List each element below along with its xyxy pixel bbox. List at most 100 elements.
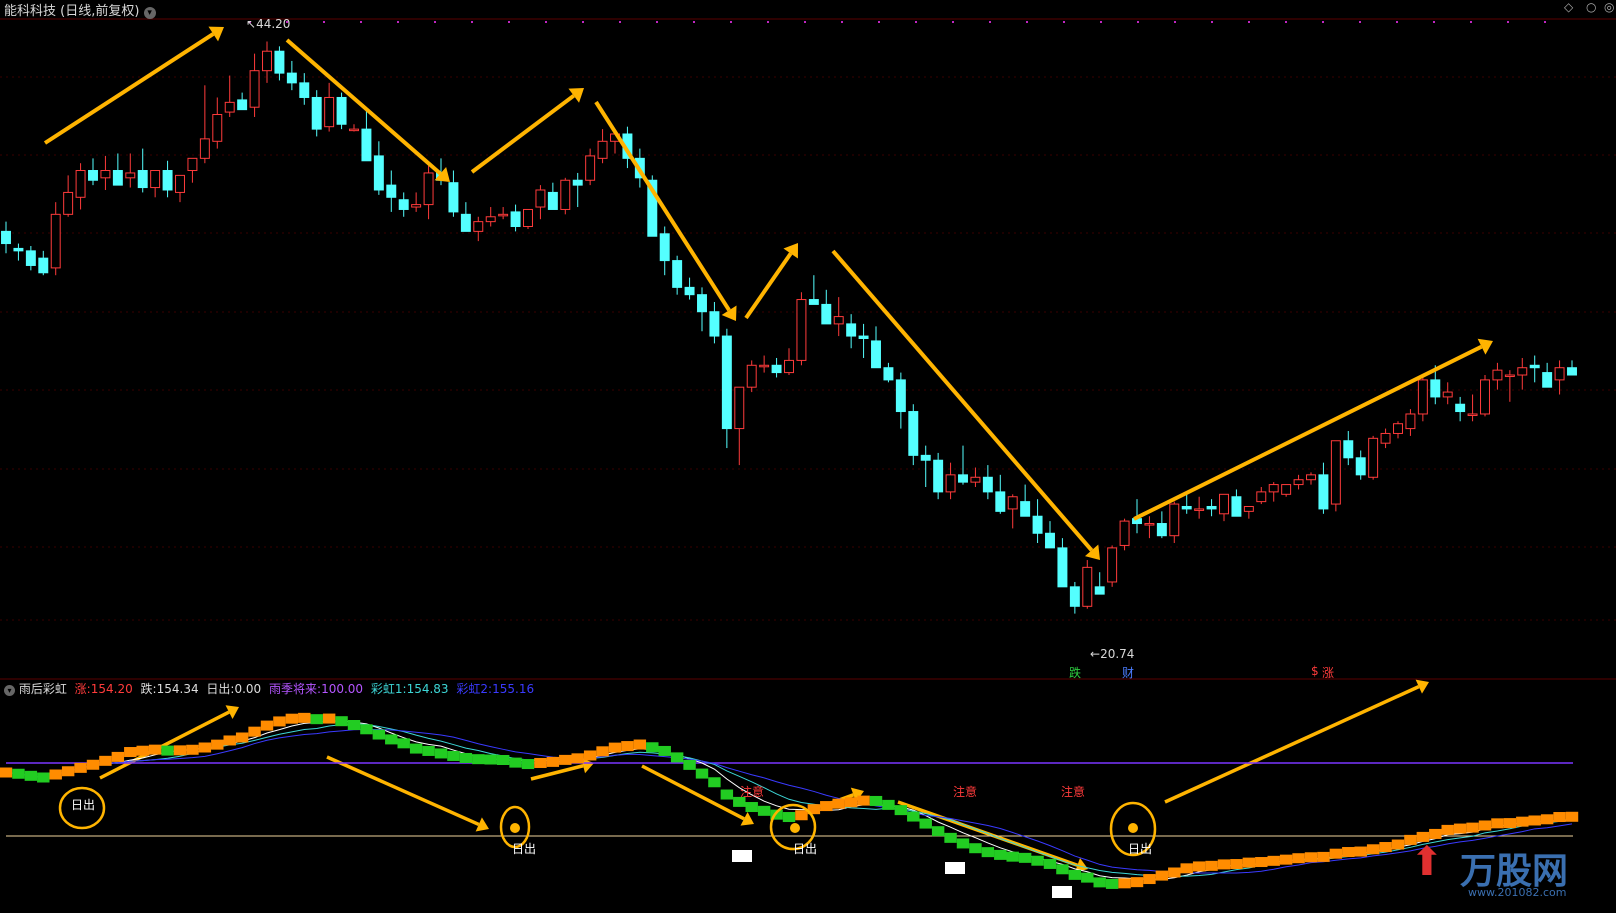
- candle: [75, 163, 86, 210]
- fall-block: [335, 716, 348, 727]
- candle: [808, 275, 819, 305]
- candle: [411, 192, 422, 212]
- candle-body: [1442, 391, 1453, 398]
- candle: [448, 170, 459, 217]
- fall-block: [931, 826, 945, 837]
- signal-dot: [360, 21, 362, 23]
- chevron-down-icon[interactable]: ▾: [143, 7, 156, 19]
- fall-block: [434, 748, 448, 759]
- rise-block: [1379, 842, 1392, 853]
- fall-block: [757, 805, 771, 816]
- candle-body: [1045, 532, 1055, 549]
- trend-arrows: [43, 26, 1493, 873]
- candle: [771, 357, 782, 378]
- candle-body: [1405, 413, 1416, 430]
- rise-block: [1503, 818, 1517, 829]
- signal-dot: [471, 21, 473, 23]
- candle-body: [237, 99, 248, 111]
- signal-dot: [841, 21, 843, 23]
- candle: [746, 360, 757, 393]
- candle: [485, 207, 496, 227]
- rise-block: [1329, 848, 1343, 859]
- rise-block: [0, 767, 13, 778]
- arrow-shaft: [744, 252, 793, 320]
- candle: [821, 289, 832, 325]
- candle: [336, 92, 347, 130]
- candle: [460, 202, 471, 232]
- candle-body: [1554, 367, 1565, 381]
- candle-body: [1, 230, 11, 245]
- rise-block: [621, 741, 634, 752]
- candle-body: [672, 260, 683, 288]
- candle: [498, 207, 509, 220]
- fall-block: [956, 838, 970, 849]
- candle-body: [523, 208, 533, 228]
- legend-rain: 雨季将来:100.00: [269, 682, 364, 696]
- signal-dot: [508, 21, 510, 23]
- candle: [1, 221, 11, 254]
- candle-body: [982, 476, 993, 493]
- rise-block: [1466, 822, 1479, 833]
- wealth-marker: 财: [1122, 666, 1135, 680]
- candle-body: [1417, 379, 1428, 415]
- candle-body: [771, 364, 782, 374]
- candle-body: [821, 303, 832, 325]
- candle-body: [1467, 413, 1478, 416]
- sunrise-label: 日出: [512, 842, 537, 856]
- rise-block: [1255, 857, 1268, 868]
- chevron-down-icon[interactable]: ▾: [4, 685, 15, 696]
- signal-dot: [915, 21, 917, 23]
- candle: [585, 148, 596, 186]
- fall-block: [658, 745, 671, 756]
- candle-body: [995, 491, 1006, 512]
- rise-block: [546, 756, 560, 767]
- rise-block: [1267, 855, 1280, 866]
- candle-body: [187, 157, 198, 172]
- candle: [933, 452, 944, 500]
- rise-block: [608, 742, 622, 753]
- candle-body: [560, 179, 571, 210]
- indicator-name: 雨后彩虹: [18, 682, 67, 696]
- rise-block: [61, 766, 75, 777]
- fall-block: [919, 818, 932, 829]
- candle: [1517, 357, 1528, 390]
- candle: [1393, 421, 1403, 439]
- rise-block: [49, 769, 62, 780]
- close-icon[interactable]: ○: [1586, 0, 1596, 14]
- rise-block: [571, 753, 584, 764]
- candle: [1343, 431, 1354, 466]
- fall-block: [720, 789, 734, 800]
- candle: [796, 292, 807, 366]
- fall-block: [994, 849, 1007, 860]
- candle-body: [1281, 484, 1292, 495]
- diamond-icon[interactable]: ◇: [1564, 0, 1573, 14]
- rise-block: [148, 744, 162, 755]
- candle-body: [585, 155, 596, 181]
- candle-body: [13, 247, 24, 252]
- candle: [162, 160, 173, 198]
- candle: [199, 85, 210, 164]
- fall-block: [907, 811, 920, 822]
- rise-block: [186, 744, 199, 755]
- candle-body: [162, 170, 173, 191]
- fall-block: [894, 805, 908, 816]
- rise-block: [844, 797, 858, 808]
- candle: [1455, 396, 1466, 422]
- rise-block: [1230, 859, 1243, 870]
- candle-body: [759, 364, 770, 368]
- stock-name: 能科科技: [4, 4, 57, 19]
- signal-dot: [1137, 21, 1139, 23]
- candle-body: [485, 216, 496, 223]
- rise-block: [260, 720, 274, 731]
- candle: [1355, 450, 1366, 480]
- signal-dot: [1322, 21, 1324, 23]
- settings-icon[interactable]: ◎: [1604, 0, 1614, 14]
- candle: [1480, 375, 1490, 417]
- candle-body: [846, 323, 857, 337]
- trend-arrow: [326, 755, 489, 832]
- candle: [398, 192, 409, 217]
- arrow-shaft: [594, 100, 731, 312]
- candle-body: [274, 50, 285, 74]
- candle: [175, 174, 185, 203]
- signal-dot: [1396, 21, 1398, 23]
